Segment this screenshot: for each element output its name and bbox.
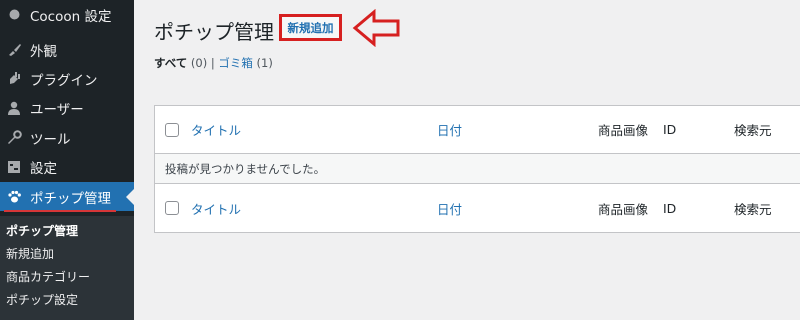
menu-item-tools[interactable]: ツール — [0, 123, 134, 152]
select-all-checkbox[interactable] — [165, 123, 179, 137]
submenu-item-pochipp-settings[interactable]: ポチップ設定 — [6, 291, 78, 308]
main-content: ポチップ管理 新規追加 すべて (0) | ゴミ箱 (1) タイトル 日付 商品… — [134, 0, 800, 320]
column-title[interactable]: タイトル — [191, 120, 241, 139]
column-id: ID — [663, 122, 677, 137]
no-items-message: 投稿が見つかりませんでした。 — [165, 161, 326, 176]
menu-item-plugins[interactable]: プラグイン — [0, 64, 134, 93]
menu-item-cocoon-settings[interactable]: Cocoon 設定 — [0, 0, 134, 29]
menu-item-label: ポチップ管理 — [30, 190, 111, 207]
column-product-image-footer: 商品画像 — [598, 201, 649, 217]
menu-item-settings[interactable]: 設定 — [0, 152, 134, 181]
paintbrush-icon — [6, 42, 22, 58]
settings-icon — [6, 159, 22, 175]
submenu-item-product-category[interactable]: 商品カテゴリー — [6, 268, 90, 285]
submenu-item-pochipp-manage[interactable]: ポチップ管理 — [6, 222, 78, 239]
view-trash-count: (1) — [256, 56, 273, 70]
active-underline — [4, 210, 116, 212]
plugin-icon — [6, 71, 22, 87]
column-date[interactable]: 日付 — [437, 120, 462, 139]
annotation-arrow-icon — [352, 9, 400, 47]
menu-item-label: 外観 — [30, 43, 57, 60]
pochipp-submenu: ポチップ管理 新規追加 商品カテゴリー ポチップ設定 — [0, 216, 134, 320]
menu-item-label: Cocoon 設定 — [30, 8, 112, 25]
menu-item-label: ツール — [30, 131, 71, 148]
user-icon — [6, 100, 22, 116]
admin-sidebar: Cocoon 設定 外観 プラグイン ユーザー ツール 設定 ポチップ管理 ポチ… — [0, 0, 134, 320]
menu-item-pochipp[interactable]: ポチップ管理 — [0, 182, 134, 211]
menu-item-label: ユーザー — [30, 101, 84, 118]
menu-item-label: 設定 — [30, 160, 57, 177]
add-new-button[interactable]: 新規追加 — [279, 14, 342, 41]
active-menu-arrow — [126, 188, 134, 205]
view-separator: | — [210, 56, 215, 70]
table-footer-row: タイトル 日付 商品画像 ID 検索元 — [155, 184, 800, 232]
column-title-footer[interactable]: タイトル — [191, 199, 241, 218]
table-header-row: タイトル 日付 商品画像 ID 検索元 — [155, 106, 800, 154]
view-trash-link[interactable]: ゴミ箱 — [218, 56, 253, 70]
menu-item-label: プラグイン — [30, 72, 98, 89]
column-search-source-footer: 検索元 — [734, 201, 772, 217]
column-date-footer[interactable]: 日付 — [437, 199, 462, 218]
wrench-icon — [6, 130, 22, 146]
view-filters: すべて (0) | ゴミ箱 (1) — [154, 55, 273, 71]
menu-item-users[interactable]: ユーザー — [0, 93, 134, 122]
submenu-item-add-new[interactable]: 新規追加 — [6, 245, 54, 262]
menu-item-appearance[interactable]: 外観 — [0, 35, 134, 64]
column-search-source: 検索元 — [734, 123, 772, 138]
select-all-checkbox-footer[interactable] — [165, 201, 179, 215]
column-product-image: 商品画像 — [598, 123, 649, 138]
cocoon-circle-icon — [6, 7, 22, 23]
column-id-footer: ID — [663, 200, 677, 216]
page-title: ポチップ管理 — [154, 20, 274, 44]
posts-list-table: タイトル 日付 商品画像 ID 検索元 投稿が見つかりませんでした。 タイトル … — [154, 105, 800, 233]
paw-icon — [6, 189, 22, 205]
view-all-label[interactable]: すべて — [154, 56, 187, 70]
view-all-count: (0) — [190, 56, 208, 70]
table-row: 投稿が見つかりませんでした。 — [155, 154, 800, 184]
